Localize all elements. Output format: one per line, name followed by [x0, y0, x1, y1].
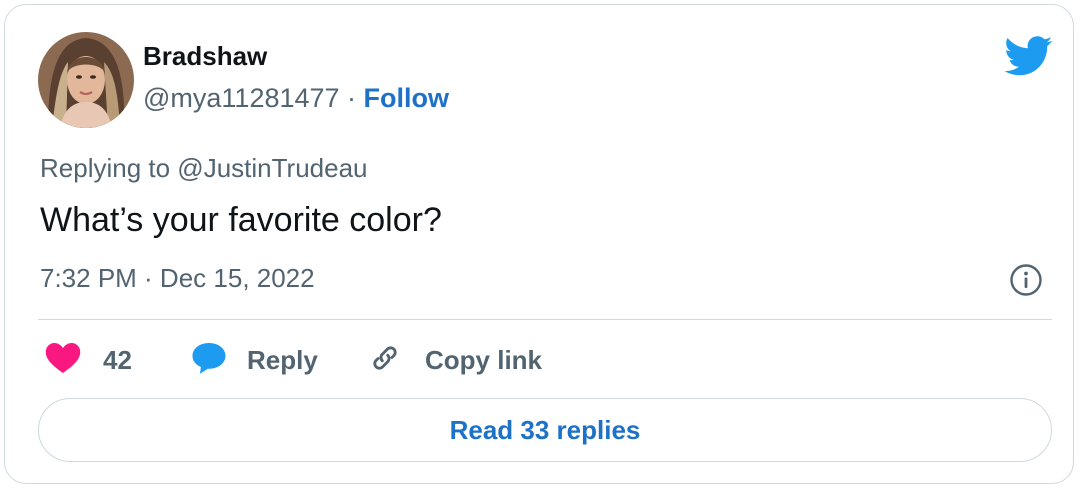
tweet-text: What’s your favorite color? [40, 201, 442, 239]
speech-bubble-icon [191, 341, 227, 380]
avatar[interactable] [38, 32, 134, 128]
copy-link-label: Copy link [425, 344, 543, 375]
like-count: 42 [103, 344, 132, 375]
divider [38, 319, 1052, 320]
separator-dot: · [339, 83, 364, 113]
like-button[interactable]: 42 [45, 338, 132, 382]
tweet-timestamp[interactable]: 7:32 PM · Dec 15, 2022 [40, 263, 315, 294]
follow-button[interactable]: Follow [364, 83, 449, 113]
author-handle[interactable]: @mya11281477 [143, 83, 340, 113]
replying-to-text: Replying to @JustinTrudeau [40, 153, 368, 183]
author-name[interactable]: Bradshaw [143, 41, 267, 72]
link-icon [367, 340, 403, 381]
twitter-bird-icon[interactable] [1004, 36, 1053, 78]
handle-line: @mya11281477 · Follow [143, 83, 449, 114]
copy-link-button[interactable]: Copy link [367, 338, 542, 382]
heart-icon [45, 342, 81, 379]
info-icon[interactable] [1009, 263, 1043, 297]
read-replies-button[interactable]: Read 33 replies [38, 398, 1052, 462]
tweet-embed-card: Bradshaw @mya11281477 · Follow Replying … [4, 4, 1074, 484]
reply-button[interactable]: Reply [191, 338, 318, 382]
reply-label: Reply [247, 344, 318, 375]
